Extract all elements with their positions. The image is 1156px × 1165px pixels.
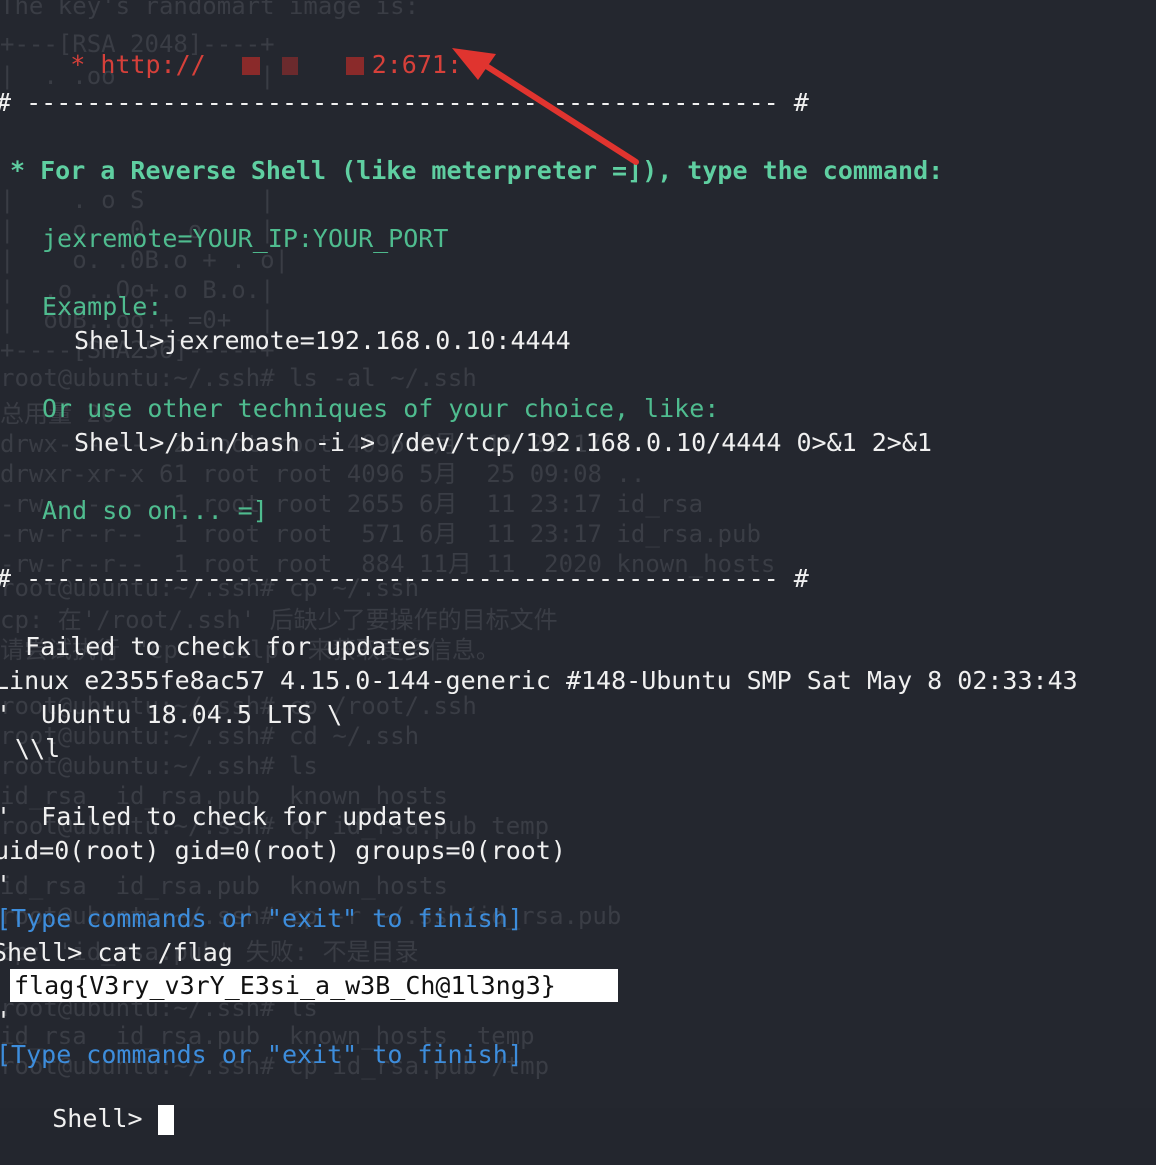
prompt-text: Shell> bbox=[52, 1104, 158, 1133]
annotation-arrow-icon bbox=[452, 48, 639, 165]
text-cursor bbox=[157, 1105, 174, 1135]
terminal-window[interactable]: The key's randomart image is: +---[RSA 2… bbox=[0, 0, 1156, 1135]
